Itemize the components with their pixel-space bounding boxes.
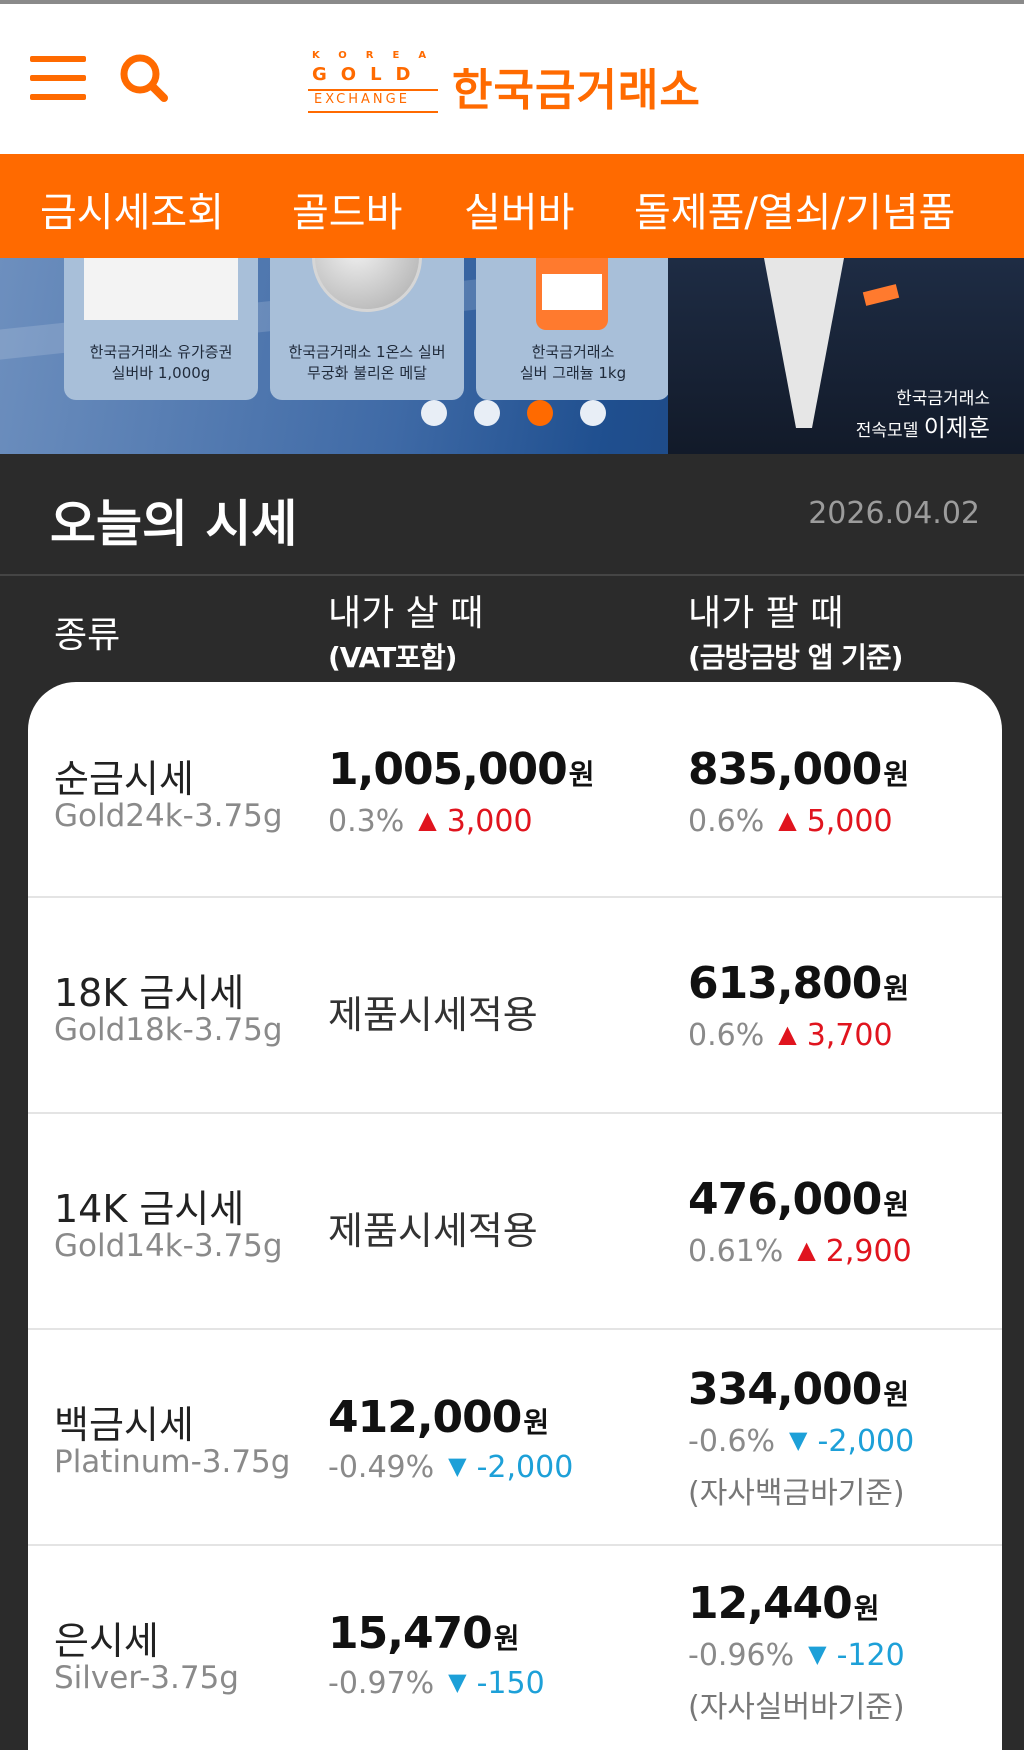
down-arrow-icon: ▼ bbox=[448, 1668, 467, 1696]
nav-item-gold-bar[interactable]: 골드바 bbox=[292, 180, 402, 238]
nav-item-silver-bar[interactable]: 실버바 bbox=[464, 180, 574, 238]
silver-granule-jar-image bbox=[536, 258, 608, 330]
sell-price: 835,000원 bbox=[688, 744, 909, 795]
buy-price: 15,470원 bbox=[328, 1608, 520, 1659]
sell-change: -0.96% ▼ -120 bbox=[688, 1638, 905, 1673]
column-header-buy: 내가 살 때 bbox=[328, 593, 484, 634]
price-row-gold18k[interactable]: 18K 금시세 Gold18k-3.75g 제품시세적용 613,800원 0.… bbox=[28, 898, 1002, 1114]
model-photo: 한국금거래소 전속모델 이제훈 bbox=[668, 258, 1024, 454]
price-row-silver[interactable]: 은시세 Silver-3.75g 15,470원 -0.97% ▼ -150 12,… bbox=[28, 1546, 1002, 1750]
nav-item-souvenirs[interactable]: 돌제품/열쇠/기념품 bbox=[634, 180, 955, 238]
carousel-dot[interactable] bbox=[474, 400, 500, 426]
sell-change: 0.6% ▲ 5,000 bbox=[688, 804, 893, 839]
category-nav: 금시세조회 골드바 실버바 돌제품/열쇠/기념품 bbox=[0, 154, 1024, 258]
up-arrow-icon: ▲ bbox=[778, 1020, 797, 1048]
buy-price-note: 제품시세적용 bbox=[328, 1209, 538, 1253]
buy-change: -0.49% ▼ -2,000 bbox=[328, 1450, 574, 1485]
silver-bar-certificate-image bbox=[84, 258, 238, 320]
app-header: KOREA GOLD EXCHANGE 한국금거래소 bbox=[0, 4, 1024, 154]
carousel-dot-active[interactable] bbox=[527, 400, 553, 426]
divider bbox=[0, 574, 1024, 576]
down-arrow-icon: ▼ bbox=[448, 1452, 467, 1480]
sell-change: -0.6% ▼ -2,000 bbox=[688, 1424, 915, 1459]
price-date: 2026.04.02 bbox=[808, 496, 980, 531]
down-arrow-icon: ▼ bbox=[808, 1640, 827, 1668]
up-arrow-icon: ▲ bbox=[797, 1236, 816, 1264]
buy-price: 1,005,000원 bbox=[328, 744, 595, 795]
section-title: 오늘의 시세 bbox=[50, 495, 298, 553]
sell-basis-note: (자사백금바기준) bbox=[688, 1476, 905, 1511]
model-caption-brand: 한국금거래소 bbox=[896, 389, 990, 409]
banner-card[interactable]: 한국금거래소 유가증권 실버바 1,000g bbox=[64, 258, 258, 400]
price-row-gold24k[interactable]: 순금시세 Gold24k-3.75g 1,005,000원 0.3% ▲ 3,000… bbox=[28, 682, 1002, 898]
promo-banner[interactable]: 한국금거래소 유가증권 실버바 1,000g 한국금거래소 1온스 실버 무궁화… bbox=[0, 258, 1024, 454]
up-arrow-icon: ▲ bbox=[418, 806, 437, 834]
banner-card[interactable]: 한국금거래소 1온스 실버 무궁화 불리온 메달 bbox=[270, 258, 464, 400]
logo[interactable]: KOREA GOLD EXCHANGE 한국금거래소 bbox=[308, 48, 728, 116]
up-arrow-icon: ▲ bbox=[778, 806, 797, 834]
column-header-buy-sub: (VAT포함) bbox=[328, 641, 457, 674]
buy-change: 0.3% ▲ 3,000 bbox=[328, 804, 533, 839]
sell-price: 613,800원 bbox=[688, 958, 909, 1009]
hamburger-menu-icon[interactable] bbox=[30, 56, 86, 100]
column-header-sell: 내가 팔 때 bbox=[688, 593, 844, 634]
logo-name: 한국금거래소 bbox=[452, 65, 701, 116]
price-row-gold14k[interactable]: 14K 금시세 Gold14k-3.75g 제품시세적용 476,000원 0.… bbox=[28, 1114, 1002, 1330]
model-caption-name: 전속모델 이제훈 bbox=[855, 414, 990, 442]
buy-price-note: 제품시세적용 bbox=[328, 993, 538, 1037]
sell-price: 476,000원 bbox=[688, 1174, 909, 1225]
down-arrow-icon: ▼ bbox=[789, 1426, 808, 1454]
nav-item-gold-price[interactable]: 금시세조회 bbox=[40, 180, 224, 238]
buy-price: 412,000원 bbox=[328, 1392, 549, 1443]
sell-price: 12,440원 bbox=[688, 1578, 880, 1629]
price-row-platinum[interactable]: 백금시세 Platinum-3.75g 412,000원 -0.49% ▼ -2,0… bbox=[28, 1330, 1002, 1546]
search-icon[interactable] bbox=[118, 52, 174, 104]
carousel-dot[interactable] bbox=[580, 400, 606, 426]
sell-basis-note: (자사실버바기준) bbox=[688, 1690, 905, 1725]
silver-coin-image bbox=[312, 258, 422, 312]
column-header-sell-sub: (금방금방 앱 기준) bbox=[688, 641, 903, 674]
banner-card[interactable]: 한국금거래소 실버 그래뉼 1kg bbox=[476, 258, 670, 400]
logo-wordmark: KOREA GOLD EXCHANGE bbox=[308, 48, 438, 114]
sell-change: 0.6% ▲ 3,700 bbox=[688, 1018, 893, 1053]
sell-price: 334,000원 bbox=[688, 1364, 909, 1415]
sell-change: 0.61% ▲ 2,900 bbox=[688, 1234, 912, 1269]
column-header-type: 종류 bbox=[54, 615, 121, 656]
buy-change: -0.97% ▼ -150 bbox=[328, 1666, 545, 1701]
carousel-dot[interactable] bbox=[421, 400, 447, 426]
